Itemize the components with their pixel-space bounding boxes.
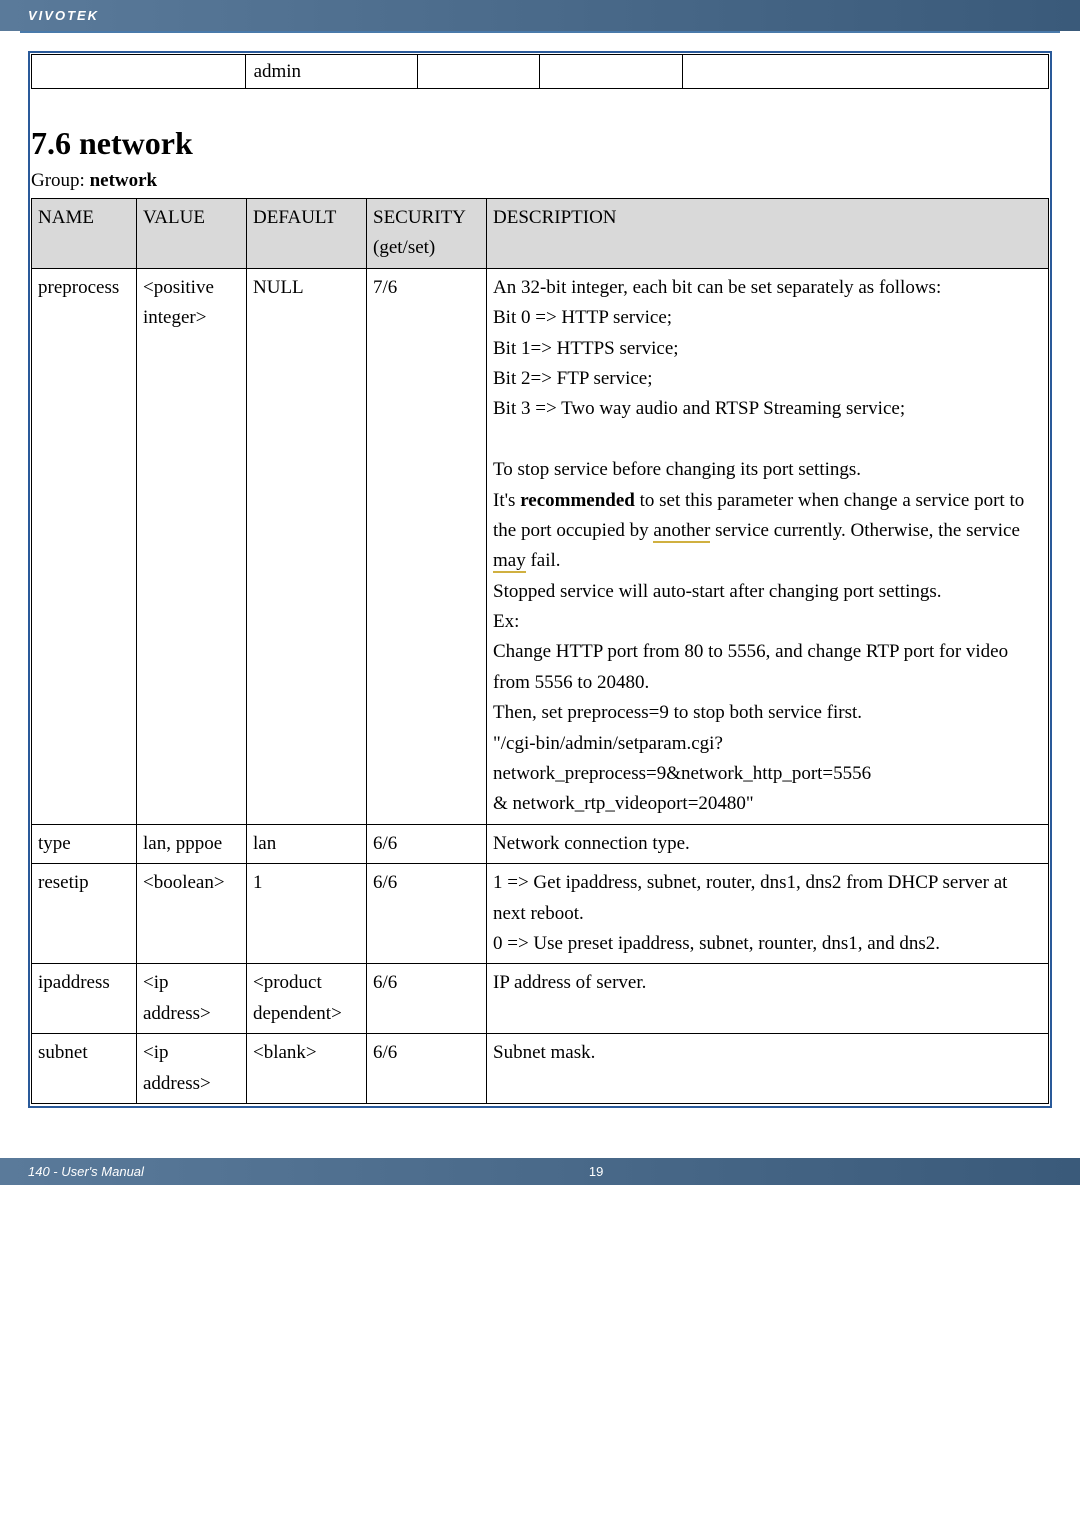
table-row: subnet <ip address> <blank> 6/6 Subnet m…	[32, 1034, 1049, 1104]
cell-name: ipaddress	[32, 964, 137, 1034]
table-row: resetip <boolean> 1 6/6 1 => Get ipaddre…	[32, 864, 1049, 964]
cell-description: An 32-bit integer, each bit can be set s…	[487, 268, 1049, 824]
footer-left: 140 - User's Manual	[28, 1164, 144, 1179]
page-frame: admin 7.6 network Group: network NAME VA…	[28, 51, 1052, 1108]
cell-name: subnet	[32, 1034, 137, 1104]
section-heading: 7.6 network	[31, 125, 1049, 162]
cell-description: 1 => Get ipaddress, subnet, router, dns1…	[487, 864, 1049, 964]
cell-value: <positive integer>	[137, 268, 247, 824]
cell-value: <boolean>	[137, 864, 247, 964]
cell-default: <product dependent>	[247, 964, 367, 1034]
cell-security: 6/6	[367, 864, 487, 964]
table-row: preprocess <positive integer> NULL 7/6 A…	[32, 268, 1049, 824]
top-strip-admin: admin	[245, 55, 418, 89]
parameters-table: NAME VALUE DEFAULT SECURITY (get/set) DE…	[31, 198, 1049, 1104]
cell-name: type	[32, 824, 137, 863]
header-rule	[20, 31, 1060, 33]
cell-description: Network connection type.	[487, 824, 1049, 863]
cell-security: 6/6	[367, 1034, 487, 1104]
table-row: type lan, pppoe lan 6/6 Network connecti…	[32, 824, 1049, 863]
table-row: admin	[32, 55, 1049, 89]
cell-name: resetip	[32, 864, 137, 964]
cell-default: NULL	[247, 268, 367, 824]
col-description: DESCRIPTION	[487, 199, 1049, 269]
footer-page-number: 19	[589, 1164, 603, 1179]
cell-description: IP address of server.	[487, 964, 1049, 1034]
cell-name: preprocess	[32, 268, 137, 824]
brand-text: VIVOTEK	[28, 8, 99, 23]
top-strip-row: admin	[31, 54, 1049, 89]
cell-security: 6/6	[367, 824, 487, 863]
cell-default: <blank>	[247, 1034, 367, 1104]
cell-security: 6/6	[367, 964, 487, 1034]
cell-description: Subnet mask.	[487, 1034, 1049, 1104]
page-footer: 140 - User's Manual 19	[0, 1158, 1080, 1185]
group-label: Group: network	[31, 170, 1049, 192]
cell-value: <ip address>	[137, 1034, 247, 1104]
col-default: DEFAULT	[247, 199, 367, 269]
cell-security: 7/6	[367, 268, 487, 824]
brand-header: VIVOTEK	[0, 0, 1080, 31]
table-row: ipaddress <ip address> <product dependen…	[32, 964, 1049, 1034]
cell-default: lan	[247, 824, 367, 863]
col-value: VALUE	[137, 199, 247, 269]
cell-default: 1	[247, 864, 367, 964]
col-name: NAME	[32, 199, 137, 269]
cell-value: <ip address>	[137, 964, 247, 1034]
cell-value: lan, pppoe	[137, 824, 247, 863]
col-security: SECURITY (get/set)	[367, 199, 487, 269]
table-header-row: NAME VALUE DEFAULT SECURITY (get/set) DE…	[32, 199, 1049, 269]
